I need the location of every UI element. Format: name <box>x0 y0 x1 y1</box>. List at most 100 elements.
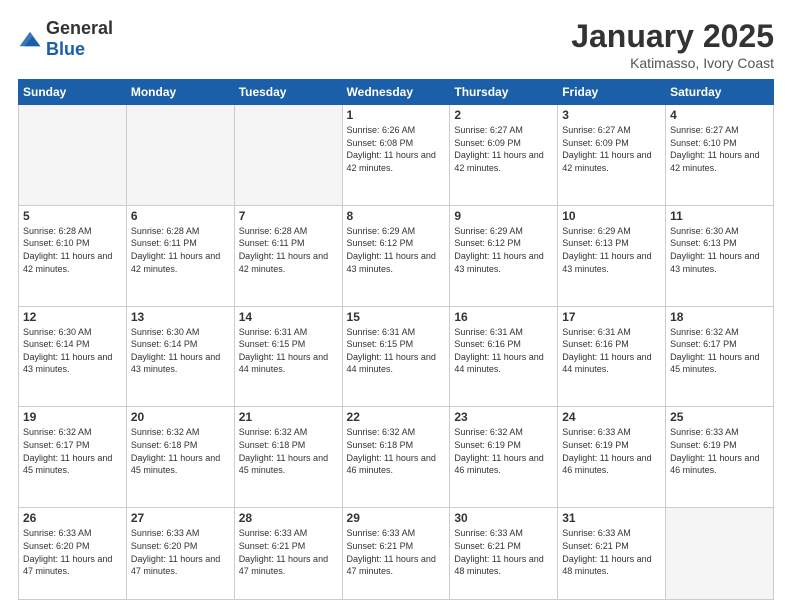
day-info: Sunrise: 6:33 AM Sunset: 6:20 PM Dayligh… <box>131 527 230 577</box>
day-number: 22 <box>347 410 446 424</box>
logo-blue: Blue <box>46 39 85 59</box>
day-number: 5 <box>23 209 122 223</box>
day-info: Sunrise: 6:28 AM Sunset: 6:11 PM Dayligh… <box>131 225 230 275</box>
day-info: Sunrise: 6:31 AM Sunset: 6:15 PM Dayligh… <box>239 326 338 376</box>
calendar-day-cell: 29Sunrise: 6:33 AM Sunset: 6:21 PM Dayli… <box>342 508 450 600</box>
day-info: Sunrise: 6:32 AM Sunset: 6:18 PM Dayligh… <box>131 426 230 476</box>
calendar-day-cell: 28 Sunrise: 6:33 AM Sunset: 6:21 PM Dayli… <box>234 508 342 600</box>
day-number: 26 <box>23 511 122 525</box>
logo: General Blue <box>18 18 113 60</box>
day-info: Sunrise: 6:29 AM Sunset: 6:12 PM Dayligh… <box>454 225 553 275</box>
calendar-day-cell: 22 Sunrise: 6:32 AM Sunset: 6:18 PM Dayli… <box>342 407 450 508</box>
logo-general: General <box>46 18 113 38</box>
logo-text: General Blue <box>46 18 113 60</box>
calendar-day-cell: 10Sunrise: 6:29 AM Sunset: 6:13 PM Dayli… <box>558 205 666 306</box>
day-info: Sunrise: 6:28 AM Sunset: 6:11 PM Dayligh… <box>239 225 338 275</box>
page: General Blue January 2025 Katimasso, Ivo… <box>0 0 792 612</box>
calendar-day-cell: 3Sunrise: 6:27 AM Sunset: 6:09 PM Daylig… <box>558 105 666 206</box>
title-block: January 2025 Katimasso, Ivory Coast <box>571 18 774 71</box>
day-info: Sunrise: 6:31 AM Sunset: 6:15 PM Dayligh… <box>347 326 446 376</box>
day-number: 18 <box>670 310 769 324</box>
day-info: Sunrise: 6:33 AM Sunset: 6:21 PM Dayligh… <box>239 527 338 577</box>
day-number: 30 <box>454 511 553 525</box>
day-number: 24 <box>562 410 661 424</box>
calendar-day-cell: 25 Sunrise: 6:33 AM Sunset: 6:19 PM Dayli… <box>666 407 774 508</box>
day-info: Sunrise: 6:28 AM Sunset: 6:10 PM Dayligh… <box>23 225 122 275</box>
day-number: 27 <box>131 511 230 525</box>
day-number: 25 <box>670 410 769 424</box>
day-number: 10 <box>562 209 661 223</box>
location: Katimasso, Ivory Coast <box>571 55 774 71</box>
calendar-day-cell: 9Sunrise: 6:29 AM Sunset: 6:12 PM Daylig… <box>450 205 558 306</box>
calendar-day-cell: 14 Sunrise: 6:31 AM Sunset: 6:15 PM Dayli… <box>234 306 342 407</box>
day-number: 20 <box>131 410 230 424</box>
calendar-day-cell: 5 Sunrise: 6:28 AM Sunset: 6:10 PM Daylig… <box>19 205 127 306</box>
calendar: SundayMondayTuesdayWednesdayThursdayFrid… <box>18 79 774 600</box>
logo-icon <box>18 28 42 50</box>
day-info: Sunrise: 6:33 AM Sunset: 6:21 PM Dayligh… <box>562 527 661 577</box>
day-number: 8 <box>347 209 446 223</box>
calendar-day-cell: 8 Sunrise: 6:29 AM Sunset: 6:12 PM Daylig… <box>342 205 450 306</box>
day-number: 14 <box>239 310 338 324</box>
day-info: Sunrise: 6:32 AM Sunset: 6:18 PM Dayligh… <box>347 426 446 476</box>
day-number: 12 <box>23 310 122 324</box>
day-number: 4 <box>670 108 769 122</box>
day-info: Sunrise: 6:31 AM Sunset: 6:16 PM Dayligh… <box>454 326 553 376</box>
calendar-day-cell: 27 Sunrise: 6:33 AM Sunset: 6:20 PM Dayli… <box>126 508 234 600</box>
weekday-header-cell: Saturday <box>666 80 774 105</box>
calendar-day-cell: 11Sunrise: 6:30 AM Sunset: 6:13 PM Dayli… <box>666 205 774 306</box>
calendar-day-cell: 1Sunrise: 6:26 AM Sunset: 6:08 PM Daylig… <box>342 105 450 206</box>
month-title: January 2025 <box>571 18 774 55</box>
calendar-day-cell: 20 Sunrise: 6:32 AM Sunset: 6:18 PM Dayli… <box>126 407 234 508</box>
calendar-day-cell <box>666 508 774 600</box>
day-info: Sunrise: 6:32 AM Sunset: 6:19 PM Dayligh… <box>454 426 553 476</box>
day-number: 15 <box>347 310 446 324</box>
day-number: 13 <box>131 310 230 324</box>
calendar-day-cell <box>19 105 127 206</box>
calendar-day-cell: 19 Sunrise: 6:32 AM Sunset: 6:17 PM Dayli… <box>19 407 127 508</box>
day-info: Sunrise: 6:27 AM Sunset: 6:09 PM Dayligh… <box>562 124 661 174</box>
calendar-day-cell: 15 Sunrise: 6:31 AM Sunset: 6:15 PM Dayli… <box>342 306 450 407</box>
day-number: 21 <box>239 410 338 424</box>
calendar-day-cell: 30Sunrise: 6:33 AM Sunset: 6:21 PM Dayli… <box>450 508 558 600</box>
day-number: 2 <box>454 108 553 122</box>
day-info: Sunrise: 6:31 AM Sunset: 6:16 PM Dayligh… <box>562 326 661 376</box>
calendar-day-cell: 6 Sunrise: 6:28 AM Sunset: 6:11 PM Daylig… <box>126 205 234 306</box>
calendar-body: 1Sunrise: 6:26 AM Sunset: 6:08 PM Daylig… <box>19 105 774 600</box>
day-number: 16 <box>454 310 553 324</box>
calendar-day-cell: 7Sunrise: 6:28 AM Sunset: 6:11 PM Daylig… <box>234 205 342 306</box>
calendar-day-cell: 24 Sunrise: 6:33 AM Sunset: 6:19 PM Dayli… <box>558 407 666 508</box>
day-info: Sunrise: 6:33 AM Sunset: 6:21 PM Dayligh… <box>347 527 446 577</box>
day-info: Sunrise: 6:32 AM Sunset: 6:17 PM Dayligh… <box>23 426 122 476</box>
day-info: Sunrise: 6:32 AM Sunset: 6:18 PM Dayligh… <box>239 426 338 476</box>
day-info: Sunrise: 6:33 AM Sunset: 6:19 PM Dayligh… <box>670 426 769 476</box>
calendar-day-cell: 16 Sunrise: 6:31 AM Sunset: 6:16 PM Dayli… <box>450 306 558 407</box>
calendar-week-row: 19 Sunrise: 6:32 AM Sunset: 6:17 PM Dayli… <box>19 407 774 508</box>
calendar-day-cell <box>234 105 342 206</box>
weekday-header-row: SundayMondayTuesdayWednesdayThursdayFrid… <box>19 80 774 105</box>
day-info: Sunrise: 6:30 AM Sunset: 6:13 PM Dayligh… <box>670 225 769 275</box>
day-info: Sunrise: 6:26 AM Sunset: 6:08 PM Dayligh… <box>347 124 446 174</box>
weekday-header-cell: Thursday <box>450 80 558 105</box>
weekday-header-cell: Sunday <box>19 80 127 105</box>
day-info: Sunrise: 6:27 AM Sunset: 6:09 PM Dayligh… <box>454 124 553 174</box>
calendar-day-cell: 26Sunrise: 6:33 AM Sunset: 6:20 PM Dayli… <box>19 508 127 600</box>
day-number: 6 <box>131 209 230 223</box>
day-info: Sunrise: 6:29 AM Sunset: 6:12 PM Dayligh… <box>347 225 446 275</box>
calendar-week-row: 5 Sunrise: 6:28 AM Sunset: 6:10 PM Daylig… <box>19 205 774 306</box>
calendar-day-cell: 17 Sunrise: 6:31 AM Sunset: 6:16 PM Dayli… <box>558 306 666 407</box>
weekday-header-cell: Wednesday <box>342 80 450 105</box>
calendar-day-cell <box>126 105 234 206</box>
day-info: Sunrise: 6:30 AM Sunset: 6:14 PM Dayligh… <box>23 326 122 376</box>
calendar-day-cell: 21 Sunrise: 6:32 AM Sunset: 6:18 PM Dayli… <box>234 407 342 508</box>
day-number: 17 <box>562 310 661 324</box>
day-info: Sunrise: 6:27 AM Sunset: 6:10 PM Dayligh… <box>670 124 769 174</box>
day-number: 19 <box>23 410 122 424</box>
calendar-day-cell: 2 Sunrise: 6:27 AM Sunset: 6:09 PM Daylig… <box>450 105 558 206</box>
day-info: Sunrise: 6:33 AM Sunset: 6:19 PM Dayligh… <box>562 426 661 476</box>
day-number: 28 <box>239 511 338 525</box>
calendar-day-cell: 23Sunrise: 6:32 AM Sunset: 6:19 PM Dayli… <box>450 407 558 508</box>
day-info: Sunrise: 6:30 AM Sunset: 6:14 PM Dayligh… <box>131 326 230 376</box>
weekday-header-cell: Friday <box>558 80 666 105</box>
calendar-day-cell: 18Sunrise: 6:32 AM Sunset: 6:17 PM Dayli… <box>666 306 774 407</box>
